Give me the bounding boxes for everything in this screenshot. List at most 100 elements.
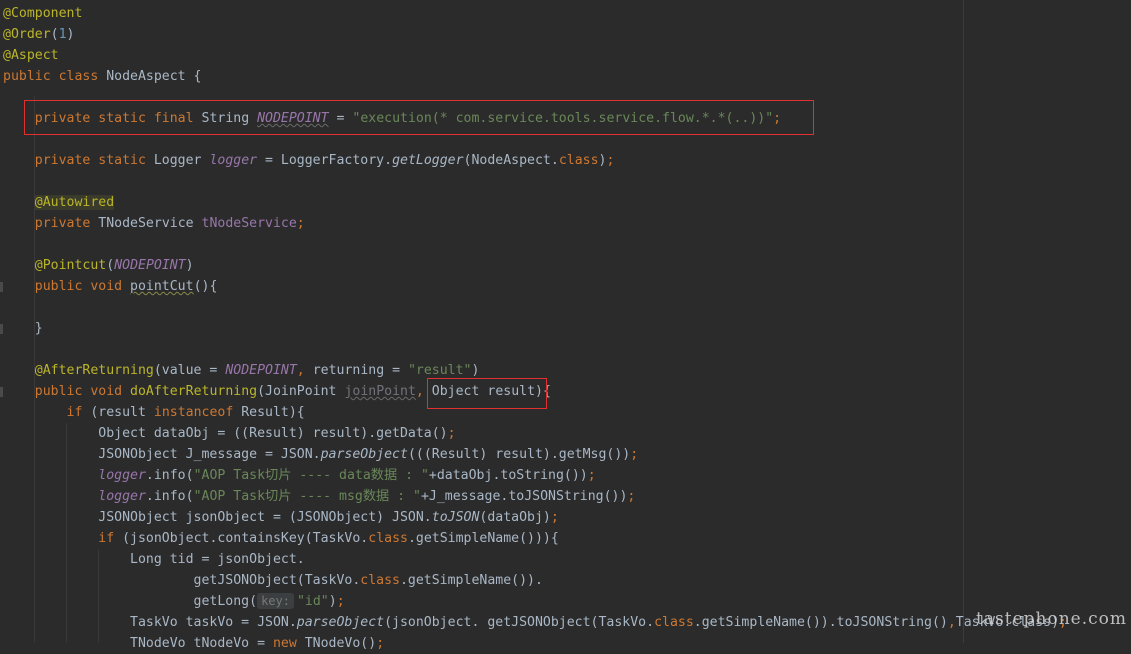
code-token: "result"	[407, 363, 472, 378]
code-token: public void	[34, 384, 131, 399]
code-token: (result	[90, 405, 154, 420]
code-token: (jsonObject. getJSONObject(TaskVo.	[384, 615, 655, 630]
code-token: ;	[627, 489, 636, 504]
code-token: TNodeVo()	[304, 636, 377, 651]
code-line[interactable]: private static Logger logger = LoggerFac…	[3, 150, 1067, 171]
code-token: }	[3, 321, 43, 336]
code-editor[interactable]: @Component @Order(1) @Aspect public class N…	[0, 0, 1131, 651]
code-token: getJSONObject(TaskVo.	[3, 573, 361, 588]
code-line[interactable]: logger.info("AOP Task切片 ---- data数据 : "+…	[3, 465, 1067, 486]
code-line[interactable]: @Order(1)	[3, 24, 1067, 45]
code-token: = LoggerFactory.	[257, 153, 393, 168]
code-line[interactable]: JSONObject jsonObject = (JSONObject) JSO…	[3, 507, 1067, 528]
code-token: public class	[3, 69, 107, 84]
code-line[interactable]	[3, 234, 1067, 255]
code-token: Logger	[153, 153, 210, 168]
code-token: )	[185, 258, 194, 273]
code-line[interactable]: TaskVo taskVo = JSON.parseObject(jsonObj…	[3, 612, 1067, 633]
code-token: "AOP Task切片 ---- msg数据 : "	[193, 489, 421, 504]
code-token: ;	[587, 468, 596, 483]
code-token: JSONObject jsonObject = (JSONObject) JSO…	[3, 510, 432, 525]
code-token: ;	[550, 510, 559, 525]
code-token: TNodeVo tNodeVo =	[3, 636, 273, 651]
code-token: Object dataObj = ((Result) result).getDa…	[3, 426, 448, 441]
code-line[interactable]: private TNodeService tNodeService;	[3, 213, 1067, 234]
code-line[interactable]: public void pointCut(){	[3, 276, 1067, 297]
code-token: )	[328, 594, 337, 609]
code-token: (	[106, 258, 115, 273]
code-line[interactable]: @Autowired	[3, 192, 1067, 213]
code-token: NODEPOINT	[114, 258, 186, 273]
code-token: @Pointcut	[34, 258, 107, 273]
code-line[interactable]: Object dataObj = ((Result) result).getDa…	[3, 423, 1067, 444]
code-token: private	[34, 216, 99, 231]
code-line[interactable]: getLong(key: "id");	[3, 591, 1067, 612]
code-token: doAfterReturning	[130, 384, 258, 399]
code-token: "AOP Task切片 ---- data数据 : "	[193, 468, 429, 483]
code-token: pointCut	[130, 279, 194, 294]
code-line[interactable]: getJSONObject(TaskVo.class.getSimpleName…	[3, 570, 1067, 591]
code-token: @AfterReturning	[34, 363, 154, 378]
code-token: .info(	[145, 489, 194, 504]
code-token: NODEPOINT	[225, 363, 297, 378]
code-line[interactable]: Long tid = jsonObject.	[3, 549, 1067, 570]
code-line[interactable]: logger.info("AOP Task切片 ---- msg数据 : "+J…	[3, 486, 1067, 507]
code-token: (JoinPoint	[257, 384, 345, 399]
code-token: (	[50, 27, 59, 42]
code-token: parseObject	[320, 447, 408, 462]
code-token: toJSON	[431, 510, 480, 525]
code-token: ;	[606, 153, 615, 168]
code-token: @Aspect	[3, 48, 59, 63]
code-token: tNodeService	[201, 216, 297, 231]
code-token: .getSimpleName())){	[407, 531, 559, 546]
code-token: (NodeAspect.	[463, 153, 559, 168]
code-line[interactable]	[3, 171, 1067, 192]
code-line[interactable]: if (jsonObject.containsKey(TaskVo.class.…	[3, 528, 1067, 549]
code-token: ,	[947, 615, 956, 630]
code-token: logger	[209, 153, 258, 168]
code-token: if	[66, 405, 91, 420]
code-token: )	[471, 363, 480, 378]
code-line[interactable]: TNodeVo tNodeVo = new TNodeVo();	[3, 633, 1067, 654]
code-token: Result){	[241, 405, 305, 420]
code-token: getLong(	[3, 594, 258, 609]
code-line[interactable]: public class NodeAspect {	[3, 66, 1067, 87]
code-line[interactable]: @Aspect	[3, 45, 1067, 66]
code-token: returning =	[312, 363, 408, 378]
code-line[interactable]: @Component	[3, 3, 1067, 24]
code-token: class	[360, 573, 400, 588]
code-token: private static	[34, 153, 154, 168]
code-line[interactable]: JSONObject J_message = JSON.parseObject(…	[3, 444, 1067, 465]
code-token: logger	[98, 468, 146, 483]
highlight-box-nodepoint	[24, 100, 814, 135]
code-line[interactable]	[3, 297, 1067, 318]
code-token: @Autowired	[34, 195, 115, 210]
code-token: public void	[34, 279, 131, 294]
code-token: (value =	[153, 363, 226, 378]
code-line[interactable]: }	[3, 318, 1067, 339]
code-line[interactable]: @Pointcut(NODEPOINT)	[3, 255, 1067, 276]
code-token: TNodeService	[98, 216, 202, 231]
code-token: class	[654, 615, 694, 630]
code-token: .getSimpleName()).toJSONString()	[693, 615, 948, 630]
code-token: NodeAspect {	[106, 69, 202, 84]
code-token: new	[272, 636, 305, 651]
code-token: parseObject	[296, 615, 385, 630]
code-token: ;	[447, 426, 456, 441]
code-token: TaskVo taskVo = JSON.	[3, 615, 297, 630]
highlight-box-object-result	[427, 378, 547, 409]
code-token: joinPoint	[344, 384, 416, 399]
code-line[interactable]	[3, 339, 1067, 360]
code-token: ;	[630, 447, 639, 462]
parameter-hint: key:	[257, 593, 294, 609]
code-token: (((Result) result).getMsg())	[407, 447, 631, 462]
code-token: 1	[58, 27, 67, 42]
code-token: ;	[376, 636, 385, 651]
